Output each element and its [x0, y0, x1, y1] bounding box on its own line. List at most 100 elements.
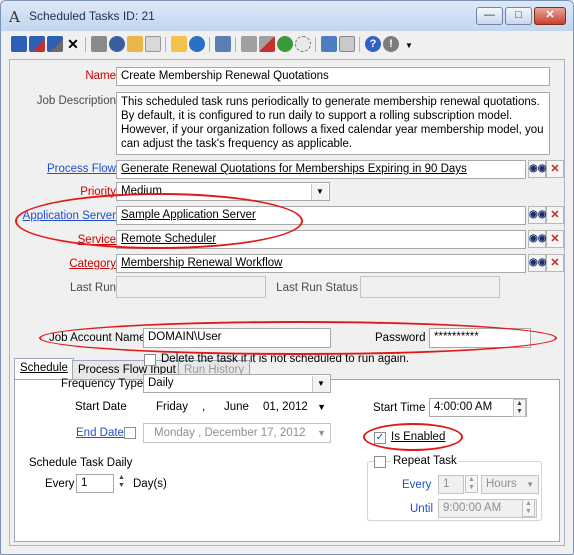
schedule-daily-group-label: Schedule Task Daily	[27, 457, 135, 469]
clear-x-icon[interactable]: ✕	[546, 230, 564, 248]
toolbar: ✕ ? ! ▼	[9, 34, 565, 56]
save-and-new-icon[interactable]	[47, 36, 63, 52]
save-and-close-icon[interactable]	[29, 36, 45, 52]
start-date-month: June	[224, 401, 249, 413]
close-button[interactable]: ✕	[534, 7, 566, 25]
every-label: Every	[45, 478, 75, 490]
chevron-down-icon[interactable]: ▼	[317, 428, 326, 438]
chevron-down-icon[interactable]: ▼	[526, 480, 534, 489]
start-date-day: Friday	[156, 401, 188, 413]
minimize-button[interactable]: —	[476, 7, 503, 25]
delete-task-checkbox[interactable]	[144, 354, 156, 366]
clear-x-icon[interactable]: ✕	[546, 206, 564, 224]
repeat-task-label: Repeat Task	[391, 455, 459, 467]
every-days-spinner[interactable]: ▲ ▼	[115, 474, 128, 492]
attachment-icon[interactable]	[339, 36, 355, 52]
run-icon[interactable]	[171, 36, 187, 52]
delete-icon[interactable]: ✕	[65, 36, 81, 52]
print-icon[interactable]	[91, 36, 107, 52]
window-title: Scheduled Tasks ID: 21	[29, 9, 155, 23]
priority-value: Medium	[121, 185, 162, 197]
tab-schedule[interactable]: Schedule	[14, 358, 74, 380]
end-date-link[interactable]: End Date	[76, 427, 124, 439]
find-icon[interactable]	[109, 36, 125, 52]
repeat-every-input[interactable]: 1	[438, 475, 464, 494]
open-folder-icon[interactable]	[127, 36, 143, 52]
clear-x-icon[interactable]: ✕	[546, 254, 564, 272]
password-input[interactable]: **********	[429, 328, 531, 348]
toolbar-separator	[315, 37, 316, 52]
job-description-textarea[interactable]: This scheduled task runs periodically to…	[116, 92, 550, 155]
binoculars-icon[interactable]: ◉◉	[528, 230, 546, 248]
start-date-picker[interactable]: Friday , June 01, 2012 ▼	[143, 397, 331, 417]
toolbar-overflow-icon[interactable]: ▼	[401, 38, 417, 54]
globe-icon[interactable]	[277, 36, 293, 52]
toolbar-separator	[85, 37, 86, 52]
save-icon[interactable]	[11, 36, 27, 52]
toolbar-separator	[359, 37, 360, 52]
process-flow-input[interactable]: Generate Renewal Quotations for Membersh…	[116, 160, 526, 179]
application-server-link[interactable]: Application Server	[23, 210, 116, 222]
chevron-down-icon[interactable]: ▼	[317, 402, 326, 412]
binoculars-icon[interactable]: ◉◉	[528, 160, 546, 178]
password-label: Password	[375, 332, 426, 344]
priority-select[interactable]: Medium ▼	[116, 182, 330, 201]
binoculars-icon[interactable]: ◉◉	[528, 206, 546, 224]
maximize-button[interactable]: □	[505, 7, 532, 25]
chevron-down-icon[interactable]: ▼	[311, 184, 328, 200]
priority-label: Priority	[80, 186, 116, 198]
title-bar[interactable]: A Scheduled Tasks ID: 21 — □ ✕	[1, 1, 573, 31]
application-server-input[interactable]: Sample Application Server	[116, 206, 526, 225]
start-time-spinner[interactable]: ▲ ▼	[513, 399, 526, 417]
every-days-input[interactable]: 1	[76, 474, 114, 493]
info-icon[interactable]: !	[383, 36, 399, 52]
frequency-type-select[interactable]: Daily ▼	[143, 374, 331, 393]
category-link[interactable]: Category	[69, 258, 116, 270]
clear-x-icon[interactable]: ✕	[546, 160, 564, 178]
start-date-label: Start Date	[75, 401, 127, 413]
job-account-label: Job Account Name	[49, 332, 146, 344]
until-time-spinner[interactable]: ▲ ▼	[522, 499, 535, 517]
start-time-label: Start Time	[373, 402, 426, 414]
copy-icon[interactable]	[241, 36, 257, 52]
properties-icon[interactable]	[215, 36, 231, 52]
category-input[interactable]: Membership Renewal Workflow	[116, 254, 526, 273]
last-run-field	[116, 276, 266, 298]
spinner-icon[interactable]	[295, 36, 311, 52]
chevron-down-icon[interactable]: ▼	[312, 376, 329, 392]
is-enabled-label: Is Enabled	[391, 431, 446, 443]
toolbar-separator	[235, 37, 236, 52]
toolbar-separator	[165, 37, 166, 52]
service-link[interactable]: Service	[78, 234, 116, 246]
binoculars-icon[interactable]: ◉◉	[528, 254, 546, 272]
name-input[interactable]: Create Membership Renewal Quotations	[116, 67, 550, 86]
help-icon[interactable]: ?	[365, 36, 381, 52]
service-input[interactable]: Remote Scheduler	[116, 230, 526, 249]
end-date-picker[interactable]: Monday , December 17, 2012 ▼	[143, 423, 331, 443]
process-flow-link[interactable]: Process Flow	[47, 163, 116, 175]
export-icon[interactable]	[321, 36, 337, 52]
last-run-status-field	[360, 276, 500, 298]
links-icon[interactable]	[259, 36, 275, 52]
is-enabled-checkbox[interactable]: ✓	[374, 432, 386, 444]
job-description-label: Job Description	[36, 95, 116, 107]
repeat-every-label: Every	[402, 479, 432, 491]
until-label: Until	[410, 503, 434, 515]
repeat-task-checkbox[interactable]	[374, 456, 386, 468]
name-label: Name	[85, 70, 116, 82]
job-account-input[interactable]: DOMAIN\User	[143, 328, 331, 348]
end-date-value: Monday , December 17, 2012	[154, 427, 306, 439]
days-label: Day(s)	[133, 478, 167, 490]
last-run-status-label: Last Run Status	[276, 282, 358, 294]
repeat-every-spinner[interactable]: ▲ ▼	[465, 475, 478, 493]
scheduled-task-window: A Scheduled Tasks ID: 21 — □ ✕ ✕ ? ! ▼ N…	[0, 0, 574, 555]
repeat-unit-select[interactable]: Hours ▼	[481, 475, 539, 494]
repeat-unit-value: Hours	[486, 478, 517, 490]
frequency-type-value: Daily	[148, 377, 174, 389]
refresh-icon[interactable]	[189, 36, 205, 52]
delete-task-label: Delete the task if it is not scheduled t…	[161, 353, 410, 365]
end-date-checkbox[interactable]	[124, 427, 136, 439]
start-date-separator: ,	[202, 401, 206, 413]
start-date-rest: 01, 2012	[263, 401, 308, 413]
notes-icon[interactable]	[145, 36, 161, 52]
